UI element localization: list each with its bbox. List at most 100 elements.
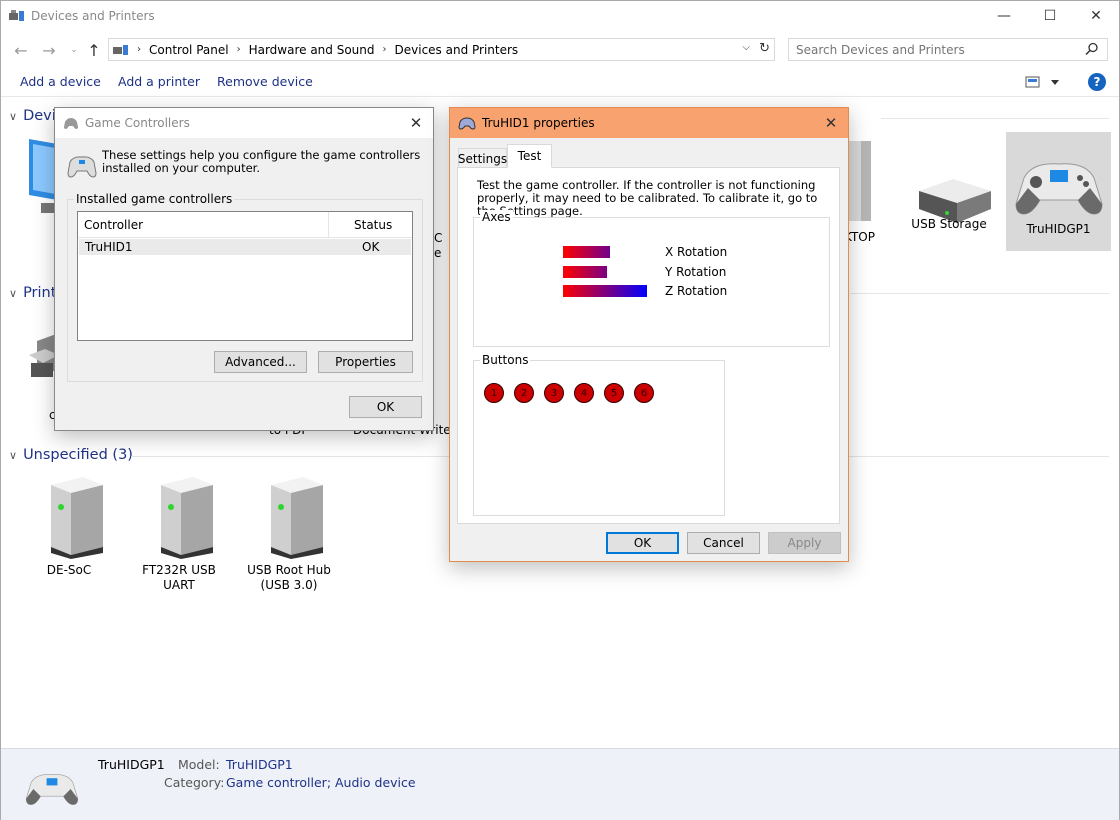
details-device-name: TruHIDGP1 — [98, 757, 165, 772]
help-button[interactable]: ? — [1088, 73, 1106, 91]
breadcrumb-hardware-and-sound[interactable]: Hardware and Sound — [249, 43, 375, 57]
gamepad-icon — [25, 774, 79, 805]
forward-arrow-icon[interactable]: → — [39, 40, 59, 60]
tab-settings[interactable]: Settings — [458, 148, 507, 168]
change-view-icon[interactable] — [1025, 75, 1065, 89]
device-ft232r-usb-uart[interactable]: FT232R USB UART — [125, 477, 233, 593]
tab-settings-label: Settings — [457, 151, 508, 166]
properties-button[interactable]: Properties — [318, 351, 413, 373]
generic-device-icon — [161, 477, 213, 559]
joystick-button-2: 2 — [514, 383, 534, 403]
close-icon[interactable]: ✕ — [405, 112, 427, 134]
dialog-title: Game Controllers — [85, 116, 190, 130]
add-printer-button[interactable]: Add a printer — [118, 74, 200, 89]
desktop-tower-icon — [849, 141, 871, 221]
gamepad-icon — [64, 118, 78, 129]
breadcrumb-devices-and-printers[interactable]: Devices and Printers — [395, 43, 519, 57]
x-rotation-bar — [563, 246, 610, 258]
generic-device-icon — [51, 477, 103, 559]
tab-test-label: Test — [517, 149, 542, 163]
details-category-key: Category: — [164, 775, 225, 790]
remove-device-button[interactable]: Remove device — [217, 74, 313, 89]
chevron-down-icon[interactable]: ⌵ — [742, 42, 750, 53]
chevron-down-icon: ∨ — [9, 286, 18, 300]
dialog-title-bar: Game Controllers — [55, 108, 433, 138]
joystick-button-3: 3 — [544, 383, 564, 403]
breadcrumb-separator-icon: › — [236, 44, 241, 55]
joystick-button-6: 6 — [634, 383, 654, 403]
unspecified-group-header[interactable]: ∨ Unspecified (3) — [9, 447, 133, 463]
z-rotation-bar — [563, 285, 647, 297]
installed-controllers-group: Installed game controllers Controller St… — [67, 192, 423, 382]
cancel-button[interactable]: Cancel — [687, 532, 760, 554]
close-button[interactable]: ✕ — [1073, 1, 1119, 31]
address-bar: ← → ⌄ ↑ › Control Panel › Hardware and S… — [1, 37, 1119, 63]
unspecified-group-title: Unspecified (3) — [23, 447, 133, 463]
dialog-title-bar: TruHID1 properties — [450, 108, 848, 138]
controllers-listview[interactable]: Controller Status TruHID1 OK — [77, 211, 413, 341]
tab-test[interactable]: Test — [507, 144, 552, 168]
ok-button[interactable]: OK — [606, 532, 679, 554]
device-partial-label: C — [434, 231, 443, 245]
chevron-down-icon: ∨ — [9, 448, 18, 462]
breadcrumb[interactable]: › Control Panel › Hardware and Sound › D… — [108, 38, 775, 61]
joystick-button-5: 5 — [604, 383, 624, 403]
device-label: FT232R USB UART — [142, 563, 216, 592]
control-panel-icon — [113, 44, 128, 55]
maximize-button[interactable]: ☐ — [1027, 1, 1073, 31]
controller-status: OK — [362, 240, 380, 254]
axes-group: Axes X Rotation Y Rotation Z Rotation — [473, 210, 830, 347]
test-tab-panel: Test the game controller. If the control… — [457, 167, 840, 524]
back-arrow-icon[interactable]: ← — [11, 40, 31, 60]
details-model-value: TruHIDGP1 — [226, 757, 293, 772]
device-label: DE-SoC — [46, 563, 92, 577]
axes-label: Axes — [480, 210, 513, 224]
close-icon[interactable]: ✕ — [820, 112, 842, 134]
y-rotation-label: Y Rotation — [665, 265, 727, 279]
z-rotation-label: Z Rotation — [665, 284, 728, 298]
device-label: USB Storage — [911, 217, 987, 231]
breadcrumb-separator-icon: › — [137, 44, 141, 55]
column-header-status[interactable]: Status — [354, 218, 392, 232]
device-usb-storage[interactable]: USB Storage — [895, 141, 1003, 251]
dialog-description: These settings help you configure the ga… — [102, 148, 421, 175]
recent-chevron-icon[interactable]: ⌄ — [64, 40, 84, 60]
search-input[interactable] — [796, 42, 1086, 57]
device-de-soc[interactable]: DE-SoC — [15, 477, 123, 578]
column-header-controller[interactable]: Controller — [84, 218, 143, 232]
up-arrow-icon[interactable]: ↑ — [84, 40, 104, 60]
device-label: USB Root Hub (USB 3.0) — [247, 563, 331, 592]
joystick-button-1: 1 — [484, 383, 504, 403]
details-model-key: Model: — [178, 757, 220, 772]
add-device-button[interactable]: Add a device — [20, 74, 101, 89]
search-box[interactable] — [788, 38, 1108, 61]
device-usb-root-hub[interactable]: USB Root Hub (USB 3.0) — [235, 477, 343, 593]
joystick-button-4: 4 — [574, 383, 594, 403]
column-divider — [328, 212, 329, 238]
minimize-button[interactable]: — — [981, 1, 1027, 31]
test-instructions: Test the game controller. If the control… — [477, 178, 818, 218]
window-title: Devices and Printers — [31, 9, 155, 23]
breadcrumb-separator-icon: › — [382, 44, 387, 55]
device-truhidgp1[interactable]: TruHIDGP1 — [1006, 132, 1111, 251]
generic-device-icon — [271, 477, 323, 559]
advanced-button[interactable]: Advanced... — [214, 351, 307, 373]
ok-button[interactable]: OK — [349, 396, 422, 418]
device-partial-label: e — [434, 246, 442, 260]
apply-button[interactable]: Apply — [768, 532, 841, 554]
gamepad-icon — [67, 156, 97, 178]
search-icon[interactable] — [1085, 42, 1099, 56]
device-label: TruHIDGP1 — [1026, 222, 1091, 236]
gamepad-icon — [458, 116, 476, 130]
details-category-value: Game controller; Audio device — [226, 775, 416, 790]
usb-storage-icon — [919, 179, 991, 223]
refresh-icon[interactable]: ↻ — [759, 41, 770, 56]
table-row[interactable]: TruHID1 OK — [79, 239, 411, 255]
buttons-label: Buttons — [480, 353, 531, 367]
chevron-down-icon: ∨ — [9, 109, 18, 123]
game-controllers-dialog: Game Controllers ✕ These settings help y… — [54, 107, 434, 431]
group-divider — [881, 118, 1109, 119]
breadcrumb-control-panel[interactable]: Control Panel — [149, 43, 229, 57]
group-divider — [851, 293, 1109, 294]
properties-dialog: TruHID1 properties ✕ Settings Test Test … — [449, 107, 849, 562]
